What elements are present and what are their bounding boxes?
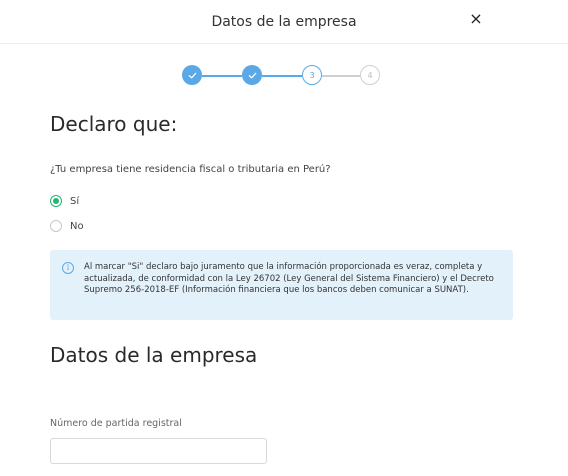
check-icon	[248, 72, 256, 78]
info-notice: i Al marcar "Si" declaro bajo juramento …	[50, 250, 513, 320]
radio-option-no[interactable]: No	[50, 220, 84, 232]
check-icon	[188, 72, 196, 78]
modal-title: Datos de la empresa	[211, 13, 357, 30]
step-3-number: 3	[309, 70, 315, 80]
radio-unselected-icon[interactable]	[50, 220, 62, 232]
radio-option-si[interactable]: Sí	[50, 195, 79, 207]
modal-header: Datos de la empresa ×	[0, 0, 568, 44]
registry-number-label: Número de partida registral	[50, 418, 182, 429]
step-connector-1	[202, 75, 242, 77]
close-button[interactable]: ×	[464, 8, 488, 28]
radio-label-si: Sí	[70, 195, 80, 207]
close-icon: ×	[469, 8, 483, 28]
radio-selected-icon[interactable]	[50, 195, 62, 207]
step-1	[182, 65, 202, 85]
step-3: 3	[302, 65, 322, 85]
step-connector-3	[322, 75, 360, 77]
radio-label-no: No	[70, 220, 84, 232]
residency-question: ¿Tu empresa tiene residencia fiscal o tr…	[50, 164, 331, 175]
step-connector-2	[262, 75, 302, 77]
registry-number-input[interactable]	[50, 438, 267, 464]
step-2	[242, 65, 262, 85]
company-heading: Datos de la empresa	[50, 343, 258, 367]
info-icon: i	[62, 262, 74, 274]
step-4-number: 4	[367, 70, 373, 80]
step-4: 4	[360, 65, 380, 85]
progress-stepper: 3 4	[182, 65, 382, 87]
declaration-heading: Declaro que:	[50, 112, 178, 136]
info-text: Al marcar "Si" declaro bajo juramento qu…	[84, 262, 494, 295]
